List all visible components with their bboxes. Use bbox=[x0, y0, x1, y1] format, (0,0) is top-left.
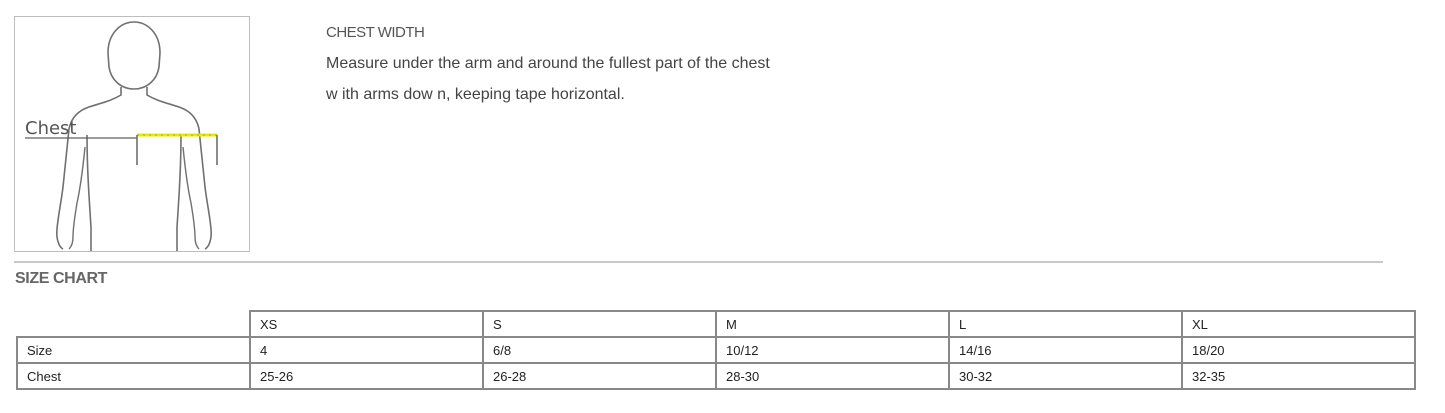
size-chart-table: XS S M L XL Size 4 6/8 10/12 14/16 18/20… bbox=[16, 310, 1416, 390]
section-divider bbox=[14, 261, 1383, 263]
table-cell: 30-32 bbox=[948, 362, 1183, 390]
right-arm-outline bbox=[198, 128, 212, 250]
table-cell: 32-35 bbox=[1181, 362, 1416, 390]
column-header-xl: XL bbox=[1181, 310, 1416, 338]
column-header-s: S bbox=[482, 310, 717, 338]
body-outline-illustration: Chest bbox=[25, 21, 218, 251]
measurement-title: CHEST WIDTH bbox=[326, 24, 425, 41]
table-cell: 10/12 bbox=[715, 336, 950, 364]
table-row: Chest 25-26 26-28 28-30 30-32 32-35 bbox=[16, 362, 1416, 390]
row-label-size: Size bbox=[16, 336, 251, 364]
table-corner-cell bbox=[17, 311, 251, 338]
measurement-description-line-1: Measure under the arm and around the ful… bbox=[326, 55, 770, 72]
chest-label: Chest bbox=[25, 118, 77, 139]
row-label-chest: Chest bbox=[16, 362, 251, 390]
left-torso-outline bbox=[86, 134, 92, 251]
left-arm-outline bbox=[56, 128, 70, 250]
table-header-row: XS S M L XL bbox=[17, 310, 1416, 338]
left-inner-arm-outline bbox=[68, 146, 86, 250]
right-torso-outline bbox=[176, 134, 182, 251]
body-measurement-figure: Chest bbox=[14, 16, 250, 252]
table-cell: 6/8 bbox=[482, 336, 717, 364]
table-cell: 4 bbox=[249, 336, 484, 364]
column-header-xs: XS bbox=[249, 310, 484, 338]
right-inner-arm-outline bbox=[182, 146, 200, 250]
column-header-m: M bbox=[715, 310, 950, 338]
column-header-l: L bbox=[948, 310, 1183, 338]
measurement-description-line-2: w ith arms dow n, keeping tape horizonta… bbox=[326, 86, 625, 103]
head-outline bbox=[107, 21, 161, 90]
table-cell: 25-26 bbox=[249, 362, 484, 390]
table-cell: 26-28 bbox=[482, 362, 717, 390]
table-row: Size 4 6/8 10/12 14/16 18/20 bbox=[16, 336, 1416, 364]
table-cell: 18/20 bbox=[1181, 336, 1416, 364]
left-shoulder-outline bbox=[68, 87, 122, 130]
size-chart-title: SIZE CHART bbox=[15, 270, 108, 287]
right-shoulder-outline bbox=[146, 87, 200, 130]
table-cell: 28-30 bbox=[715, 362, 950, 390]
table-cell: 14/16 bbox=[948, 336, 1183, 364]
